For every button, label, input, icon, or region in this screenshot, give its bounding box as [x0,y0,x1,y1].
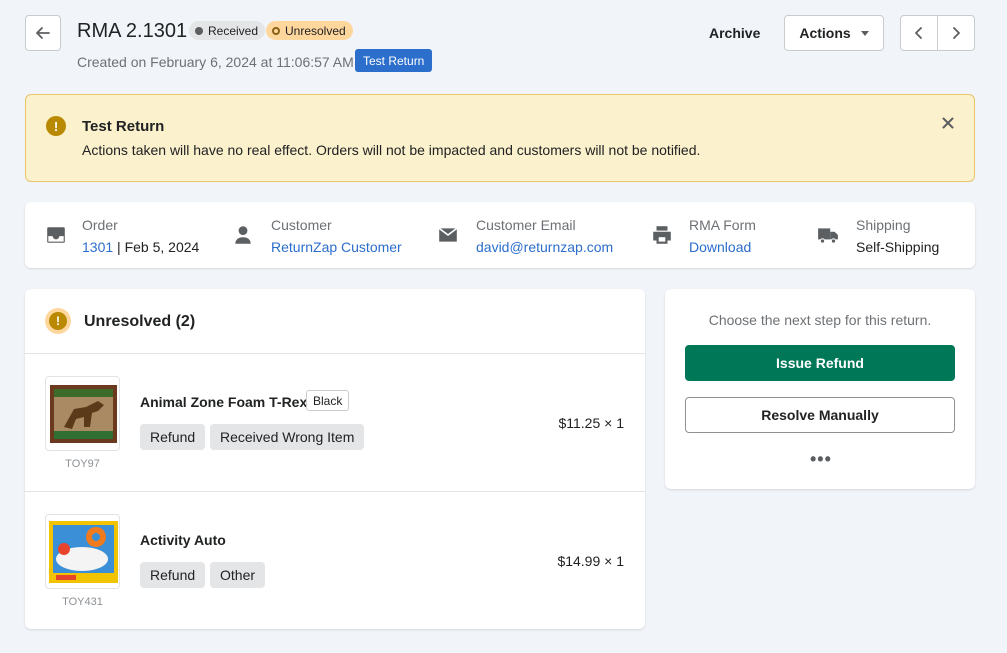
archive-button[interactable]: Archive [709,25,760,41]
variant-badge: Black [306,390,350,411]
item-name: Activity Auto [140,532,226,548]
back-button[interactable] [25,15,61,51]
pagination [900,15,975,51]
exclamation-icon: ! [46,116,66,136]
test-return-tag: Test Return [355,49,433,72]
customer-label: Customer [271,217,332,233]
exclamation-icon: ! [49,312,67,330]
email-label: Customer Email [476,217,576,233]
chevron-left-icon [915,27,922,39]
unresolved-icon-wrap: ! [45,308,71,334]
customer-link[interactable]: ReturnZap Customer [271,239,402,255]
trex-box-icon [50,385,117,443]
item-name: Animal Zone Foam T-Rex [140,394,308,410]
shipping-value: Self-Shipping [856,239,940,255]
actions-button[interactable]: Actions [784,15,884,51]
next-step-card: Choose the next step for this return. Is… [665,289,975,489]
chevron-right-icon [953,27,960,39]
sku-label: TOY431 [62,596,103,608]
issue-refund-button[interactable]: Issue Refund [685,345,955,381]
reason-tag: Refund [140,424,206,450]
divider [25,491,645,492]
truck-icon [818,228,838,244]
page-title: RMA 2.1301 [77,20,188,42]
divider [25,353,645,354]
sku-label: TOY97 [65,458,100,470]
actions-label: Actions [799,25,851,41]
product-image-trex [45,376,120,451]
close-icon [942,117,954,129]
status-badge-received: Received [189,21,266,40]
reason-tag: Other [210,562,266,588]
item-price: $14.99 × 1 [557,553,624,569]
order-label: Order [82,217,118,233]
product-image-activity-auto [45,514,120,589]
mail-icon [438,227,458,242]
reason-tag: Refund [140,562,206,588]
order-date: | Feb 5, 2024 [113,239,200,255]
arrow-left-icon [36,27,50,39]
inbox-icon [47,227,65,243]
dot-icon [195,26,203,35]
test-return-banner: ! Test Return Actions taken will have no… [25,94,975,182]
email-link[interactable]: david@returnzap.com [476,239,613,255]
return-info-bar: Order 1301 | Feb 5, 2024 Customer Return… [25,202,975,268]
person-icon [235,226,251,244]
toy-car-box-icon [49,521,118,583]
banner-text: Actions taken will have no real effect. … [82,142,701,158]
printer-icon [653,226,671,244]
reason-tag: Received Wrong Item [210,424,365,450]
status-badge-unresolved: Unresolved [266,21,353,40]
order-value: 1301 | Feb 5, 2024 [82,239,199,255]
rma-form-download-link[interactable]: Download [689,239,751,255]
rma-form-label: RMA Form [689,217,756,233]
badge-received-label: Received [208,23,259,38]
unresolved-title: Unresolved (2) [84,313,196,330]
order-number-link[interactable]: 1301 [82,239,113,255]
resolve-manually-button[interactable]: Resolve Manually [685,397,955,433]
unresolved-card: ! Unresolved (2) TOY97 Animal Zone Foam … [25,289,645,629]
item-price: $11.25 × 1 [558,415,624,431]
shipping-label: Shipping [856,217,911,233]
previous-button[interactable] [901,16,938,50]
more-options-button[interactable]: ••• [810,450,832,468]
caret-down-icon [860,30,869,36]
created-date: Created on February 6, 2024 at 11:06:57 … [77,54,354,70]
badge-unresolved-label: Unresolved [285,23,346,38]
close-button[interactable] [940,115,956,131]
ring-dot-icon [272,26,280,35]
banner-title: Test Return [82,118,165,135]
next-step-prompt: Choose the next step for this return. [708,312,932,328]
next-button[interactable] [938,16,974,50]
